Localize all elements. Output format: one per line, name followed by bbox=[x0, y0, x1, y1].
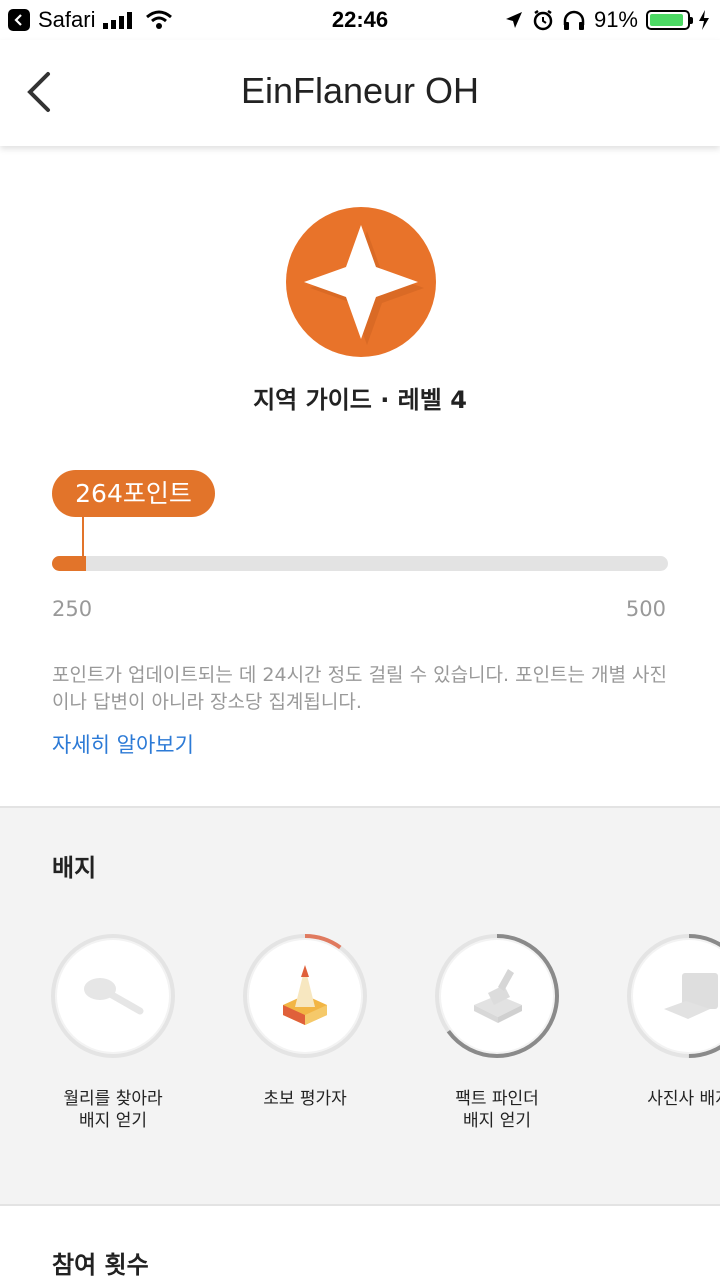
headphones-icon bbox=[563, 10, 585, 30]
badges-section: 배지 월리를 찾아라 배지 얻기 초보 평가자 팩트 파인더 배지 얻기 사진사… bbox=[0, 806, 720, 1206]
page-title: EinFlaneur OH bbox=[240, 70, 480, 111]
charging-bolt-icon bbox=[699, 10, 709, 30]
app-header: EinFlaneur OH bbox=[0, 40, 720, 146]
battery-icon bbox=[646, 10, 693, 30]
badges-title: 배지 bbox=[52, 854, 97, 882]
badge-label-line1: 사진사 배지 bbox=[647, 1089, 720, 1109]
participation-title: 참여 횟수 bbox=[52, 1251, 149, 1279]
battery-percent: 91% bbox=[593, 7, 638, 32]
alarm-icon bbox=[533, 9, 553, 31]
badge-item[interactable]: 월리를 찾아라 배지 얻기 bbox=[28, 934, 198, 1132]
learn-more-link[interactable]: 자세히 알아보기 bbox=[52, 729, 194, 759]
badge-item[interactable]: 팩트 파인더 배지 얻기 bbox=[412, 934, 582, 1132]
location-arrow-icon bbox=[505, 12, 522, 28]
status-bar: Safari 22:46 91% bbox=[0, 0, 720, 40]
range-max: 500 bbox=[625, 597, 666, 621]
range-min: 250 bbox=[52, 597, 93, 621]
stamp-icon bbox=[474, 969, 522, 1023]
points-marker bbox=[82, 515, 84, 557]
badge-label-line1: 팩트 파인더 bbox=[455, 1089, 539, 1109]
badge-label-line1: 월리를 찾아라 bbox=[63, 1089, 163, 1109]
badge-item[interactable]: 초보 평가자 bbox=[220, 934, 390, 1110]
points-badge: 264포인트 bbox=[52, 470, 215, 517]
badge-label-line1: 초보 평가자 bbox=[263, 1089, 347, 1109]
level-progress-bar bbox=[52, 556, 668, 571]
local-guide-level-badge bbox=[286, 207, 436, 357]
badge-item[interactable]: 사진사 배지 bbox=[604, 934, 720, 1110]
camera-icon bbox=[664, 973, 718, 1019]
star-icon bbox=[304, 225, 424, 345]
level-progress-fill bbox=[52, 556, 87, 571]
badge-label-line2: 배지 얻기 bbox=[79, 1111, 147, 1131]
level-label: 지역 가이드 · 레벨 4 bbox=[253, 386, 467, 414]
points-notice: 포인트가 업데이트되는 데 24시간 정도 걸릴 수 있습니다. 포인트는 개별… bbox=[52, 664, 668, 713]
pencil-icon bbox=[283, 965, 327, 1025]
magnifier-icon bbox=[84, 978, 144, 1015]
badge-label-line2: 배지 얻기 bbox=[463, 1111, 531, 1131]
